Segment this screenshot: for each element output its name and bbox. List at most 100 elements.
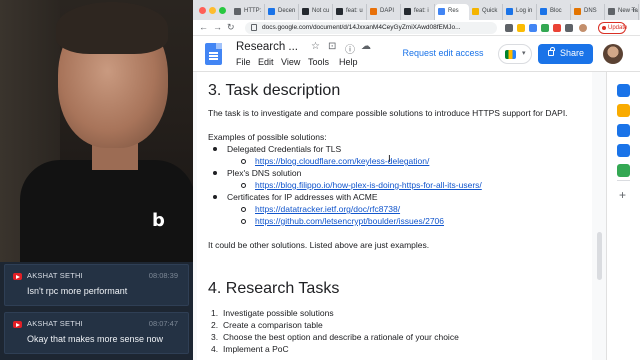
reload-icon[interactable]: ↻ (227, 22, 235, 33)
tab-label: Quick (482, 8, 498, 14)
task-item: 2. Create a comparison table (211, 320, 323, 330)
solution-link[interactable]: https://blog.filippo.io/how-plex-is-doin… (241, 180, 482, 190)
calendar-icon[interactable] (617, 84, 630, 97)
chat-message: AKSHAT SETHI 08:07:47 Okay that makes mo… (4, 312, 189, 354)
tab-label: DAPI (380, 8, 395, 14)
scrollbar-thumb[interactable] (597, 232, 602, 280)
browser-tab[interactable]: Quick (469, 4, 503, 20)
tab-favicon-icon (268, 8, 275, 15)
back-arrow-icon[interactable]: ← (199, 22, 208, 32)
closing-paragraph: It could be other solutions. Listed abov… (208, 240, 430, 250)
shirt-logo: b (152, 210, 165, 231)
address-bar[interactable]: docs.google.com/document/d/14JxxanM4CeyG… (245, 22, 497, 34)
extension-icon[interactable] (553, 24, 561, 32)
browser-tab[interactable]: feat: i (401, 4, 435, 20)
solution-item: Certificates for IP addresses with ACME (213, 192, 378, 202)
browser-tab[interactable]: DAPI (367, 4, 401, 20)
meet-button[interactable]: ▾ (498, 44, 532, 64)
maximize-window-button[interactable] (219, 7, 226, 14)
solution-item: Delegated Credentials for TLS (212, 144, 342, 154)
tab-label: Bloc (550, 8, 562, 14)
menu-view[interactable]: View (281, 57, 300, 67)
share-button[interactable]: Share (538, 44, 593, 64)
new-tab-plus-icon[interactable]: + (631, 5, 636, 15)
browser-tab[interactable]: feat: u (333, 4, 367, 20)
profile-avatar-icon[interactable] (579, 24, 587, 32)
share-label: Share (560, 48, 585, 58)
browser-tab[interactable]: Decen (265, 4, 299, 20)
tab-favicon-icon (438, 8, 445, 15)
vertical-scrollbar[interactable] (593, 72, 606, 360)
tab-label: Not cu (312, 8, 330, 14)
chat-author: AKSHAT SETHI (27, 319, 83, 328)
chat-text: Okay that makes more sense now (27, 334, 164, 344)
document-canvas: 3. Task description The task is to inves… (193, 72, 606, 360)
youtube-icon (13, 321, 22, 328)
keep-icon[interactable] (617, 104, 630, 117)
tab-label: feat: i (414, 8, 429, 14)
browser-tab[interactable]: DNS (571, 4, 605, 20)
extension-icon[interactable] (529, 24, 537, 32)
solution-item: Plex's DNS solution (212, 168, 302, 178)
google-docs-icon[interactable] (205, 43, 222, 65)
screen: b AKSHAT SETHI 08:08:39 Isn't rpc more p… (0, 0, 640, 360)
menu-tools[interactable]: Tools (308, 57, 329, 67)
tab-strip: HTTP: Decen Not cu feat: u DAPI feat: i Res Qui… (193, 0, 640, 20)
tab-label: Log in (516, 8, 533, 14)
user-avatar[interactable] (603, 44, 623, 64)
tab-label: HTTP: (244, 8, 262, 14)
live-chat-overlay: AKSHAT SETHI 08:08:39 Isn't rpc more per… (0, 262, 193, 360)
lock-icon (548, 47, 555, 56)
solution-link[interactable]: https://blog.cloudflare.com/keyless-dele… (240, 156, 429, 166)
close-window-button[interactable] (199, 7, 206, 14)
browser-tab[interactable]: Log in (503, 4, 537, 20)
tab-favicon-icon (370, 8, 377, 15)
cloud-status-icon[interactable]: ☁ (361, 41, 371, 52)
document-title[interactable]: Research ... (236, 41, 298, 53)
tab-favicon-icon (608, 8, 615, 15)
info-icon[interactable]: ⓘ (345, 41, 355, 56)
menu-help[interactable]: Help (339, 57, 358, 67)
menu-edit[interactable]: Edit (258, 57, 274, 67)
contacts-icon[interactable] (617, 144, 630, 157)
tab-label: feat: u (346, 8, 363, 14)
update-button[interactable]: Update (598, 22, 627, 34)
add-addon-plus-icon[interactable]: + (619, 188, 626, 202)
extensions-puzzle-icon[interactable] (565, 24, 573, 32)
docs-header: Research ... ☆ ⊡ ⓘ ☁ File Edit View Tool… (193, 36, 640, 72)
tab-favicon-icon (234, 8, 241, 15)
bookmark-star-icon[interactable] (517, 24, 525, 32)
star-icon[interactable]: ☆ (311, 41, 320, 52)
minimize-window-button[interactable] (209, 7, 216, 14)
browser-tab[interactable]: Not cu (299, 4, 333, 20)
tab-label: Res (448, 8, 459, 14)
tab-favicon-icon (574, 8, 581, 15)
document-page[interactable]: 3. Task description The task is to inves… (197, 72, 592, 360)
chevron-down-icon: ▾ (522, 50, 526, 57)
tab-favicon-icon (404, 8, 411, 15)
forward-arrow-icon[interactable]: → (213, 22, 222, 32)
tab-favicon-icon (506, 8, 513, 15)
task-item: 4. Implement a PoC (211, 344, 289, 354)
tab-favicon-icon (302, 8, 309, 15)
examples-label: Examples of possible solutions: (208, 132, 327, 142)
task-item: 1. Investigate possible solutions (211, 308, 334, 318)
chat-text: Isn't rpc more performant (27, 286, 128, 296)
browser-tab[interactable]: HTTP: (231, 4, 265, 20)
extension-icon[interactable] (541, 24, 549, 32)
menu-file[interactable]: File (236, 57, 251, 67)
move-folder-icon[interactable]: ⊡ (328, 41, 336, 52)
request-edit-access-button[interactable]: Request edit access (393, 44, 493, 64)
heading-task-description: 3. Task description (208, 82, 341, 99)
browser-tab[interactable]: Res (435, 4, 469, 20)
tab-favicon-icon (336, 8, 343, 15)
intro-paragraph: The task is to investigate and compare p… (208, 108, 568, 118)
solution-link[interactable]: https://datatracker.ietf.org/doc/rfc8738… (240, 204, 400, 214)
tasks-icon[interactable] (617, 124, 630, 137)
browser-tab[interactable]: Bloc (537, 4, 571, 20)
maps-icon[interactable] (617, 164, 630, 177)
heading-research-tasks: 4. Research Tasks (208, 280, 340, 297)
solution-link[interactable]: https://github.com/letsencrypt/boulder/i… (241, 216, 444, 226)
share-page-icon[interactable] (505, 24, 513, 32)
task-item: 3. Choose the best option and describe a … (211, 332, 459, 342)
